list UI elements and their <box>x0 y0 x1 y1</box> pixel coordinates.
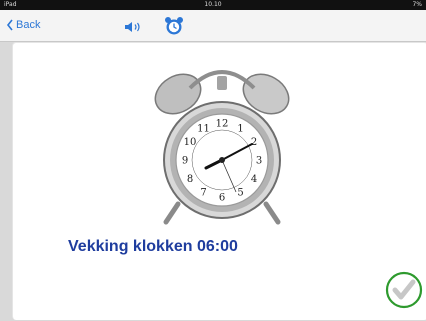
alarm-clock-icon[interactable] <box>164 16 184 36</box>
alarm-clock-image: 12 12 3 45 6 78 9 1011 <box>154 70 290 225</box>
clock-number: 2 <box>251 137 257 148</box>
clock-number: 12 <box>216 119 229 130</box>
clock-number: 6 <box>219 193 225 204</box>
back-label: Back <box>16 19 41 31</box>
clock-number: 4 <box>251 174 257 185</box>
clock-number: 11 <box>197 124 210 135</box>
alarm-caption: Vekking klokken 06:00 <box>68 238 238 255</box>
clock-number: 3 <box>256 156 262 167</box>
status-bar: iPad 10.10 7% <box>0 0 426 10</box>
clock-number: 1 <box>237 124 243 135</box>
content-card: 12 1 2 3 4 5 6 7 8 9 10 11 Vekking klokken 06:00 <box>12 42 426 320</box>
clock-number: 8 <box>187 174 193 185</box>
navigation-bar: Back <box>0 10 426 42</box>
clock-number: 7 <box>200 188 206 199</box>
back-button[interactable]: Back <box>6 19 40 31</box>
battery-level: 7% <box>412 1 422 8</box>
clock-number: 9 <box>182 156 188 167</box>
checkmark-circle-icon[interactable] <box>385 271 423 309</box>
chevron-left-icon <box>6 19 13 31</box>
clock-number: 5 <box>237 188 243 199</box>
speaker-icon[interactable] <box>124 21 144 33</box>
clock-time: 10.10 <box>204 1 222 8</box>
clock-number: 10 <box>184 137 197 148</box>
